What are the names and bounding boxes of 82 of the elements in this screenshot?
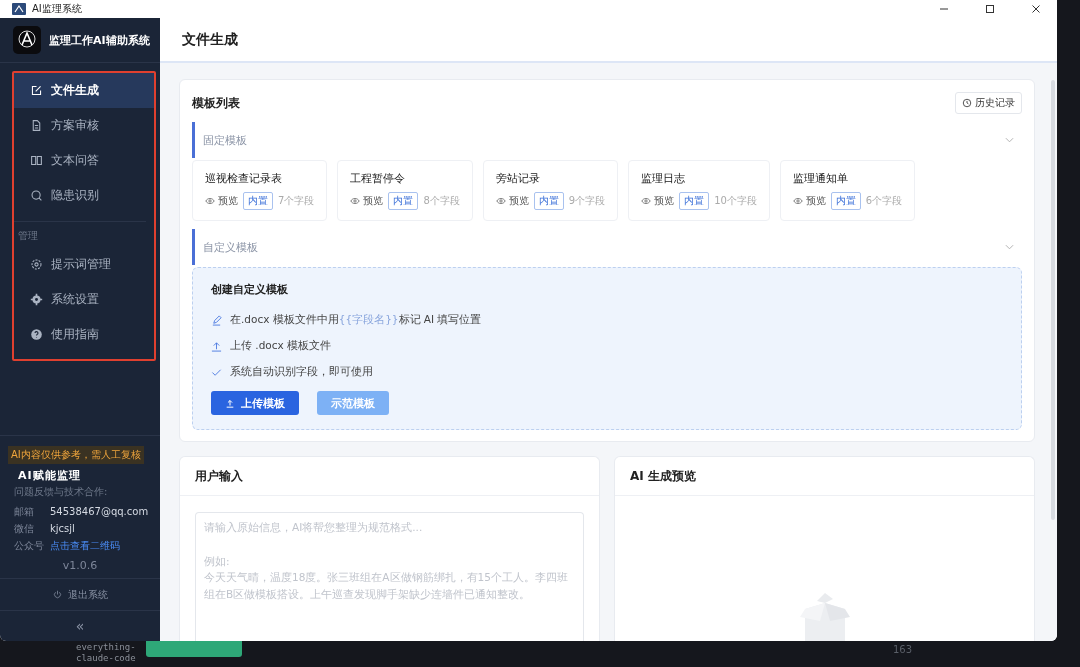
template-item[interactable]: 工程暂停令 预览 内置 8个字段 <box>337 160 473 221</box>
book-icon <box>30 154 43 167</box>
preview-button[interactable]: 预览 <box>350 194 384 208</box>
nav-item[interactable]: 方案审核 <box>14 108 154 143</box>
template-name: 监理通知单 <box>792 171 849 186</box>
step-text: 上传 .docx 模板文件 <box>230 339 332 353</box>
template-name: 巡视检查记录表 <box>205 171 283 186</box>
preview-button[interactable]: 预览 <box>495 194 529 208</box>
window-title: AI监理系统 <box>32 2 82 16</box>
contact-label: 邮箱 <box>14 504 35 519</box>
eye-icon <box>641 197 652 205</box>
app-icon <box>12 3 26 15</box>
app-name: 监理工作AI辅助系统 <box>49 32 150 48</box>
upload-icon <box>211 340 222 352</box>
nav-item[interactable]: 隐患识别 <box>14 178 154 213</box>
step-text: 在.docx 模板文件中用{{字段名}}标记 AI 填写位置 <box>230 313 482 327</box>
nav-item[interactable]: 文件生成 <box>14 73 154 108</box>
contact-value: kjcsjl <box>50 523 75 534</box>
template-name: 监理日志 <box>641 171 687 186</box>
builtin-tag: 内置 <box>533 192 564 210</box>
upload-template-button[interactable]: 上传模板 <box>211 391 299 415</box>
eye-icon <box>350 197 361 205</box>
pen-icon <box>211 314 222 326</box>
document-icon <box>30 119 43 132</box>
settings-icon <box>30 293 43 306</box>
power-icon <box>52 590 62 599</box>
template-item[interactable]: 监理日志 预览 内置 10个字段 <box>628 160 770 221</box>
nav-item[interactable]: 系统设置 <box>14 282 154 317</box>
maximize-icon[interactable] <box>985 4 995 14</box>
template-item[interactable]: 巡视检查记录表 预览 内置 7个字段 <box>192 160 328 221</box>
template-item[interactable]: 监理通知单 预览 内置 6个字段 <box>779 160 916 221</box>
step-text: 系统自动识别字段，即可使用 <box>230 365 373 379</box>
help-icon <box>30 328 43 341</box>
brand-name: AI赋能监理 <box>17 468 82 483</box>
terminal-text: everything- claude-code <box>76 642 136 665</box>
contact-label: 公众号 <box>14 538 45 553</box>
eye-icon <box>205 197 215 205</box>
builtin-tag: 内置 <box>243 192 273 210</box>
clock-icon <box>962 98 972 108</box>
preview-button[interactable]: 预览 <box>205 194 238 208</box>
template-item[interactable]: 旁站记录 预览 内置 9个字段 <box>482 160 619 221</box>
history-button[interactable]: 历史记录 <box>955 92 1022 114</box>
close-icon[interactable] <box>1031 4 1041 14</box>
qr-code-link[interactable]: 点击查看二维码 <box>50 538 120 553</box>
card-title: 模板列表 <box>192 94 240 112</box>
field-count: 9个字段 <box>568 194 606 208</box>
nav-item[interactable]: 文本问答 <box>14 143 154 178</box>
chevron-icon <box>1005 137 1014 143</box>
section-title: 自定义模板 <box>203 239 258 255</box>
nav-item[interactable]: 提示词管理 <box>14 247 154 282</box>
field-count: 10个字段 <box>714 194 757 208</box>
contact-heading: 问题反馈与技术合作: <box>13 485 109 499</box>
eye-icon <box>495 197 506 205</box>
field-count: 7个字段 <box>278 194 315 208</box>
contact-value: 54538467@qq.com <box>50 506 149 517</box>
field-count: 6个字段 <box>865 194 903 208</box>
notice-badge: AI内容仅供参考，需人工复核 <box>8 446 144 464</box>
edit-icon <box>30 84 43 97</box>
panel-title: 创建自定义模板 <box>211 282 289 297</box>
template-name: 旁站记录 <box>495 171 541 186</box>
builtin-tag: 内置 <box>679 192 710 210</box>
section-title: 固定模板 <box>203 132 247 148</box>
eye-icon <box>792 197 803 205</box>
card-title: 用户输入 <box>195 467 243 485</box>
settings-icon <box>30 258 43 271</box>
search-icon <box>30 189 43 202</box>
version-label: v1.0.6 <box>61 559 99 572</box>
line-number: 163 <box>893 644 913 655</box>
upload-icon <box>225 398 235 408</box>
builtin-tag: 内置 <box>388 192 419 210</box>
chevron-icon <box>1005 244 1014 250</box>
builtin-tag: 内置 <box>830 192 861 210</box>
nav-item[interactable]: 使用指南 <box>14 317 154 352</box>
field-count: 8个字段 <box>423 194 460 208</box>
preview-button[interactable]: 预览 <box>792 194 826 208</box>
contact-label: 微信 <box>14 521 35 536</box>
page-title: 文件生成 <box>182 30 238 49</box>
logo-icon <box>13 26 41 54</box>
preview-button[interactable]: 预览 <box>641 194 675 208</box>
card-title: AI 生成预览 <box>630 467 696 485</box>
template-name: 工程暂停令 <box>350 171 407 186</box>
section-label: 管理 <box>18 229 38 243</box>
